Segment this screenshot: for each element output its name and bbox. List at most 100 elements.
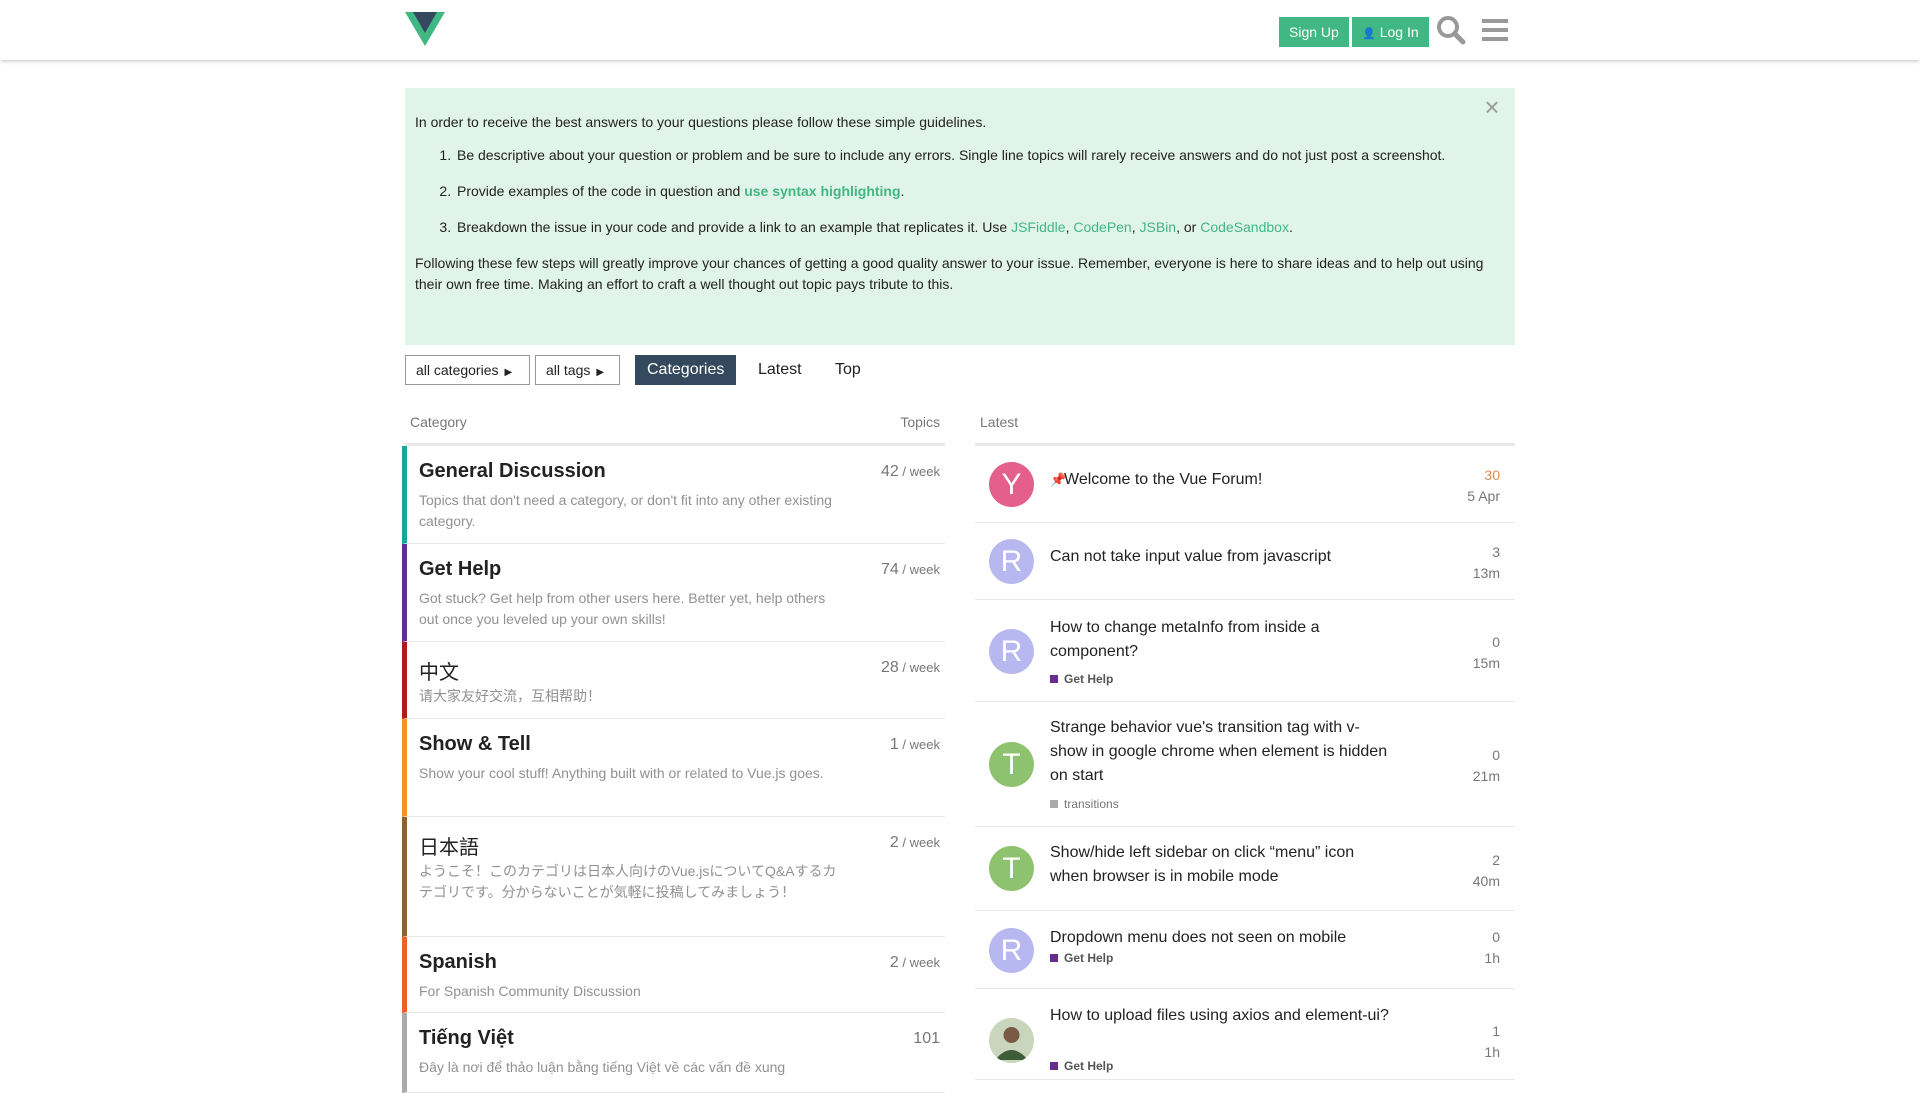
- avatar[interactable]: T: [989, 846, 1034, 891]
- topic-title-text[interactable]: Strange behavior vue's transition tag wi…: [1050, 719, 1387, 784]
- jsfiddle-link[interactable]: JSFiddle: [1011, 219, 1065, 235]
- codepen-link[interactable]: CodePen: [1073, 219, 1131, 235]
- close-icon[interactable]: ×: [1481, 94, 1503, 120]
- topic-count-period: / week: [898, 562, 940, 577]
- jsbin-link[interactable]: JSBin: [1140, 219, 1177, 235]
- badge-label: Get Help: [1064, 1059, 1114, 1073]
- latest-header: Latest: [975, 412, 1515, 446]
- user-icon: 👤: [1362, 28, 1376, 40]
- category-topic-count: 2 / week: [890, 954, 940, 972]
- topic-count-value: 28: [881, 659, 899, 676]
- tab-top[interactable]: Top: [823, 355, 873, 385]
- topic-row[interactable]: R Dropdown menu does not seen on mobile Ge…: [975, 911, 1515, 989]
- category-row[interactable]: 日本語 ようこそ！このカテゴリは日本人向けのVue.jsについてQ&Aするカテゴリ…: [402, 817, 945, 937]
- topic-count-period: / week: [898, 464, 940, 479]
- topic-row[interactable]: T Show/hide left sidebar on click “menu” …: [975, 827, 1515, 911]
- category-row[interactable]: Show & Tell Show your cool stuff! Anythin…: [402, 719, 945, 817]
- hamburger-menu-icon[interactable]: [1479, 14, 1511, 46]
- codesandbox-link[interactable]: CodeSandbox: [1200, 219, 1289, 235]
- badge-label: Get Help: [1064, 951, 1114, 965]
- category-description: Show your cool stuff! Anything built wit…: [419, 765, 824, 781]
- topic-reply-count[interactable]: 2: [1492, 852, 1500, 868]
- avatar[interactable]: R: [989, 928, 1034, 973]
- vue-logo-icon[interactable]: [405, 12, 445, 48]
- guidelines-list: Be descriptive about your question or pr…: [455, 145, 1505, 238]
- category-row[interactable]: Spanish For Spanish Community Discussion 2…: [402, 937, 945, 1013]
- tab-latest[interactable]: Latest: [746, 355, 814, 385]
- category-topic-count: 2 / week: [890, 834, 940, 852]
- category-description: Got stuck? Get help from other users her…: [419, 590, 826, 627]
- header-inner: Sign Up 👤 Log In: [405, 0, 1515, 60]
- topic-tag[interactable]: transitions: [1050, 797, 1119, 811]
- tab-categories[interactable]: Categories: [635, 355, 737, 385]
- topic-reply-count[interactable]: 1: [1492, 1023, 1500, 1039]
- topic-title-text[interactable]: Can not take input value from javascript: [1050, 548, 1331, 565]
- category-name[interactable]: 中文: [419, 656, 459, 685]
- avatar[interactable]: R: [989, 629, 1034, 674]
- topic-reply-count[interactable]: 0: [1492, 929, 1500, 945]
- topic-activity-age[interactable]: 1h: [1484, 950, 1500, 966]
- topic-title[interactable]: How to upload files using axios and elem…: [1050, 1004, 1390, 1028]
- topic-activity-age[interactable]: 5 Apr: [1467, 488, 1500, 504]
- column-header-topics: Topics: [900, 414, 940, 430]
- category-row[interactable]: General Discussion Topics that don't need…: [402, 446, 945, 544]
- badge-color-square: [1050, 954, 1058, 962]
- tags-dropdown[interactable]: all tags ▶: [535, 355, 620, 385]
- avatar[interactable]: Y: [989, 462, 1034, 507]
- topic-row[interactable]: R How to change metaInfo from inside a co…: [975, 600, 1515, 702]
- category-topic-count: 101: [913, 1030, 940, 1048]
- topic-activity-age[interactable]: 40m: [1473, 873, 1500, 889]
- category-row[interactable]: 中文 请大家友好交流，互相帮助！ 28 / week: [402, 642, 945, 719]
- category-badge[interactable]: Get Help: [1050, 951, 1113, 965]
- avatar[interactable]: R: [989, 539, 1034, 584]
- syntax-highlighting-link[interactable]: use syntax highlighting: [744, 183, 900, 199]
- topic-activity-age[interactable]: 13m: [1473, 565, 1500, 581]
- category-dropdown[interactable]: all categories ▶: [405, 355, 530, 385]
- topic-title-text[interactable]: Show/hide left sidebar on click “menu” i…: [1050, 844, 1354, 885]
- topic-title-text[interactable]: Welcome to the Vue Forum!: [1064, 471, 1262, 488]
- topic-row[interactable]: T Strange behavior vue's transition tag w…: [975, 702, 1515, 827]
- sign-up-button[interactable]: Sign Up: [1279, 17, 1349, 47]
- topic-count-value: 101: [913, 1030, 940, 1047]
- topic-row[interactable]: R Can not take input value from javascrip…: [975, 523, 1515, 600]
- category-name[interactable]: Spanish: [419, 951, 497, 974]
- posting-guidelines-banner: × In order to receive the best answers t…: [405, 88, 1515, 345]
- topic-title[interactable]: Show/hide left sidebar on click “menu” i…: [1050, 841, 1390, 889]
- category-row[interactable]: Get Help Got stuck? Get help from other u…: [402, 544, 945, 642]
- category-topic-count: 74 / week: [881, 561, 940, 579]
- guideline-text: Be descriptive about your question or pr…: [457, 147, 1446, 163]
- category-name[interactable]: General Discussion: [419, 460, 606, 483]
- topic-reply-count[interactable]: 3: [1492, 544, 1500, 560]
- topic-row[interactable]: How to upload files using axios and elem…: [975, 989, 1515, 1080]
- topic-title-text[interactable]: Dropdown menu does not seen on mobile: [1050, 929, 1346, 946]
- topic-count-value: 2: [889, 834, 899, 851]
- avatar[interactable]: T: [989, 742, 1034, 787]
- topic-title[interactable]: How to change metaInfo from inside a com…: [1050, 616, 1390, 664]
- topic-row[interactable]: Y 📌Welcome to the Vue Forum! 30 5 Apr: [975, 446, 1515, 523]
- badge-color-square: [1050, 1062, 1058, 1070]
- category-name[interactable]: 日本語: [419, 831, 479, 860]
- category-name[interactable]: Tiếng Việt: [419, 1027, 514, 1050]
- avatar[interactable]: [989, 1018, 1034, 1063]
- topic-title[interactable]: 📌Welcome to the Vue Forum!: [1050, 468, 1390, 492]
- topic-activity-age[interactable]: 21m: [1473, 768, 1500, 784]
- tags-dropdown-label: all tags: [546, 362, 591, 378]
- topic-title-text[interactable]: How to change metaInfo from inside a com…: [1050, 619, 1319, 660]
- log-in-button[interactable]: 👤 Log In: [1352, 17, 1429, 47]
- category-row[interactable]: Tiếng Việt Đây là nơi để thảo luận bằng t…: [402, 1013, 945, 1093]
- topic-activity-age[interactable]: 15m: [1473, 655, 1500, 671]
- category-badge[interactable]: Get Help: [1050, 672, 1113, 686]
- topic-title[interactable]: Can not take input value from javascript: [1050, 545, 1390, 569]
- topic-activity-age[interactable]: 1h: [1484, 1044, 1500, 1060]
- topic-title[interactable]: Dropdown menu does not seen on mobile: [1050, 926, 1390, 950]
- badge-color-square: [1050, 675, 1058, 683]
- topic-title-text[interactable]: How to upload files using axios and elem…: [1050, 1007, 1389, 1024]
- topic-title[interactable]: Strange behavior vue's transition tag wi…: [1050, 716, 1390, 788]
- topic-reply-count[interactable]: 0: [1492, 634, 1500, 650]
- category-name[interactable]: Get Help: [419, 558, 501, 581]
- search-icon[interactable]: [1435, 14, 1467, 46]
- category-name[interactable]: Show & Tell: [419, 733, 531, 756]
- category-badge[interactable]: Get Help: [1050, 1059, 1113, 1073]
- topic-reply-count[interactable]: 0: [1492, 747, 1500, 763]
- topic-reply-count[interactable]: 30: [1484, 467, 1500, 483]
